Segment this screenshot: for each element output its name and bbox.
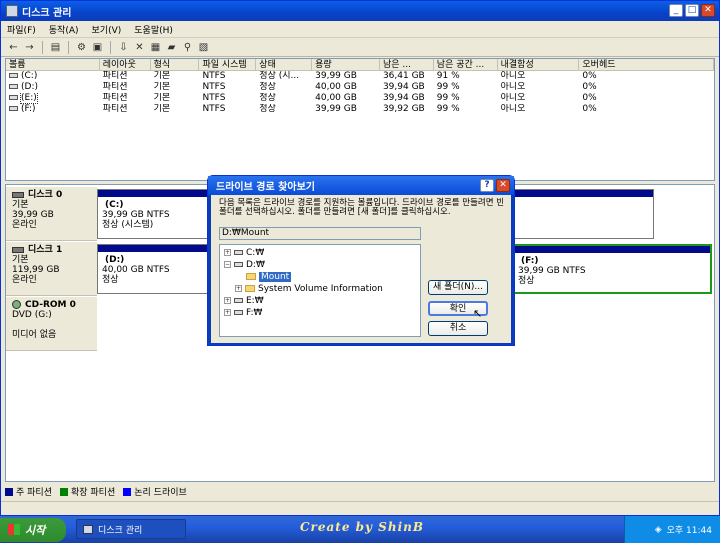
disk-0-label[interactable]: 디스크 0 기본 39,99 GB 온라인 [6,187,97,241]
app-icon [6,5,18,17]
legend-swatch-primary [5,487,13,496]
watermark-text: Create by ShinB [300,520,424,534]
dialog-description: 다음 목록은 드라이브 경로를 지원하는 볼륨입니다. 드라이브 경로를 만들려… [219,198,505,217]
drive-icon [234,262,243,267]
network-icon[interactable]: ◈ [655,525,662,535]
taskbar: 시작 디스크 관리 Create by ShinB ◈ 오후 11:44 [0,516,720,543]
mouse-cursor-icon: ↖ [473,307,483,320]
clock[interactable]: 오후 11:44 [667,523,712,536]
dialog-title: 드라이브 경로 찾아보기 [216,182,315,193]
dialog-titlebar[interactable]: 드라이브 경로 찾아보기 ? ✕ [208,176,514,195]
drive-icon [234,250,243,255]
drive-icon [9,106,18,111]
tree-node-c[interactable]: + C:₩ [220,247,420,259]
menu-file[interactable]: 파일(F) [7,23,36,36]
forward-icon[interactable]: → [23,41,36,54]
legend-swatch-logical [123,487,132,496]
window-titlebar[interactable]: 디스크 관리 _ □ ✕ [1,1,719,21]
back-icon[interactable]: ← [7,41,20,54]
col-layout[interactable]: 레이아웃 [100,59,151,70]
hard-disk-icon [12,191,24,198]
table-row[interactable]: (C:) 파티션 기본 NTFS 정상 (시... 39,99 GB 36,41 GB 91… [6,71,714,82]
expand-icon: + [224,297,231,304]
windows-logo-icon [8,524,20,535]
up-icon[interactable]: ▤ [49,41,62,54]
tree-node-mount[interactable]: Mount [220,271,420,283]
drive-icon [234,298,243,303]
folder-icon [245,285,255,292]
browse-drive-path-dialog: 드라이브 경로 찾아보기 ? ✕ 다음 목록은 드라이브 경로를 지원하는 볼륨… [207,175,515,346]
col-status[interactable]: 상태 [256,59,313,70]
toolbar: ← → ▤ ⚙ ▣ ⇩ ✕ ▦ ▰ ⚲ ▧ [1,38,719,57]
app-icon [83,524,93,534]
help-icon[interactable]: ▣ [91,41,104,54]
col-filesystem[interactable]: 파일 시스템 [199,59,257,70]
col-volume[interactable]: 볼륨 [6,59,100,70]
drive-icon [9,95,18,100]
settings-icon[interactable]: ▧ [197,41,210,54]
expand-icon: + [224,309,231,316]
expand-icon: + [235,285,242,292]
col-fault-tolerance[interactable]: 내결함성 [498,59,580,70]
legend-swatch-extended [59,487,68,496]
close-button[interactable]: ✕ [701,4,715,17]
folder-open-icon [246,273,256,280]
status-bar [1,501,719,515]
disk-management-window: 디스크 관리 _ □ ✕ 파일(F) 동작(A) 보기(V) 도움말(H) ← … [0,0,720,516]
menu-help[interactable]: 도움말(H) [134,23,173,36]
cdrom-0-label[interactable]: CD-ROM 0 DVD (G:) 미디어 없음 [6,297,97,351]
maximize-button[interactable]: □ [685,4,699,17]
drive-icon [9,84,18,89]
legend: 주 파티션 확장 파티션 논리 드라이브 [5,485,187,498]
hard-disk-icon [12,246,24,253]
minimize-button[interactable]: _ [669,4,683,17]
drive-icon [9,73,18,78]
dialog-close-button[interactable]: ✕ [496,179,510,192]
disk-1-label[interactable]: 디스크 1 기본 119,99 GB 온라인 [6,242,97,296]
taskbar-item-disk-management[interactable]: 디스크 관리 [76,519,186,539]
col-overhead[interactable]: 오버헤드 [579,59,714,70]
drive-icon [234,310,243,315]
partition-f[interactable]: (F:) 39,99 GB NTFS 정상 [512,244,712,294]
system-tray: ◈ 오후 11:44 [624,516,720,543]
legend-extended: 확장 파티션 [59,485,115,498]
menu-action[interactable]: 동작(A) [49,23,79,36]
path-field[interactable]: D:₩Mount [219,227,421,240]
dialog-body: 다음 목록은 드라이브 경로를 지원하는 볼륨입니다. 드라이브 경로를 만들려… [211,195,511,343]
new-folder-button[interactable]: 새 폴더(N)... [428,280,488,295]
help-button[interactable]: ? [480,179,494,192]
tree-node-d[interactable]: − D:₩ [220,259,420,271]
menu-view[interactable]: 보기(V) [92,23,122,36]
table-row[interactable]: (D:) 파티션 기본 NTFS 정상 40,00 GB 39,94 GB 99 % 아니오 0… [6,82,714,93]
search-icon[interactable]: ⚲ [181,41,194,54]
tree-node-f[interactable]: + F:₩ [220,307,420,319]
window-title: 디스크 관리 [22,7,72,19]
delete-icon[interactable]: ✕ [133,41,146,54]
volume-list-header: 볼륨 레이아웃 형식 파일 시스템 상태 용량 남은 ... 남은 공간 ...… [6,59,714,71]
open-icon[interactable]: ▦ [149,41,162,54]
properties-icon[interactable]: ⚙ [75,41,88,54]
folder-tree: + C:₩ − D:₩ Mount + System Volume Informati… [219,244,421,337]
col-free-percent[interactable]: 남은 공간 ... [434,59,498,70]
col-capacity[interactable]: 용량 [312,59,380,70]
menu-bar: 파일(F) 동작(A) 보기(V) 도움말(H) [1,21,719,38]
start-button[interactable]: 시작 [0,517,66,542]
connect-icon[interactable]: ⇩ [117,41,130,54]
cd-icon [12,300,21,309]
col-type[interactable]: 형식 [151,59,200,70]
legend-primary: 주 파티션 [5,485,52,498]
legend-logical: 논리 드라이브 [123,485,187,498]
table-row[interactable]: (E:) 파티션 기본 NTFS 정상 40,00 GB 39,94 GB 99 % 아니오 0… [6,93,714,104]
collapse-icon: − [224,261,231,268]
expand-icon: + [224,249,231,256]
tree-node-e[interactable]: + E:₩ [220,295,420,307]
cancel-button[interactable]: 취소 [428,321,488,336]
explore-icon[interactable]: ▰ [165,41,178,54]
volume-list: 볼륨 레이아웃 형식 파일 시스템 상태 용량 남은 ... 남은 공간 ...… [5,58,715,181]
col-free[interactable]: 남은 ... [380,59,434,70]
tree-node-svi[interactable]: + System Volume Information [220,283,420,295]
table-row[interactable]: (F:) 파티션 기본 NTFS 정상 39,99 GB 39,92 GB 99 % 아니오 0… [6,104,714,115]
